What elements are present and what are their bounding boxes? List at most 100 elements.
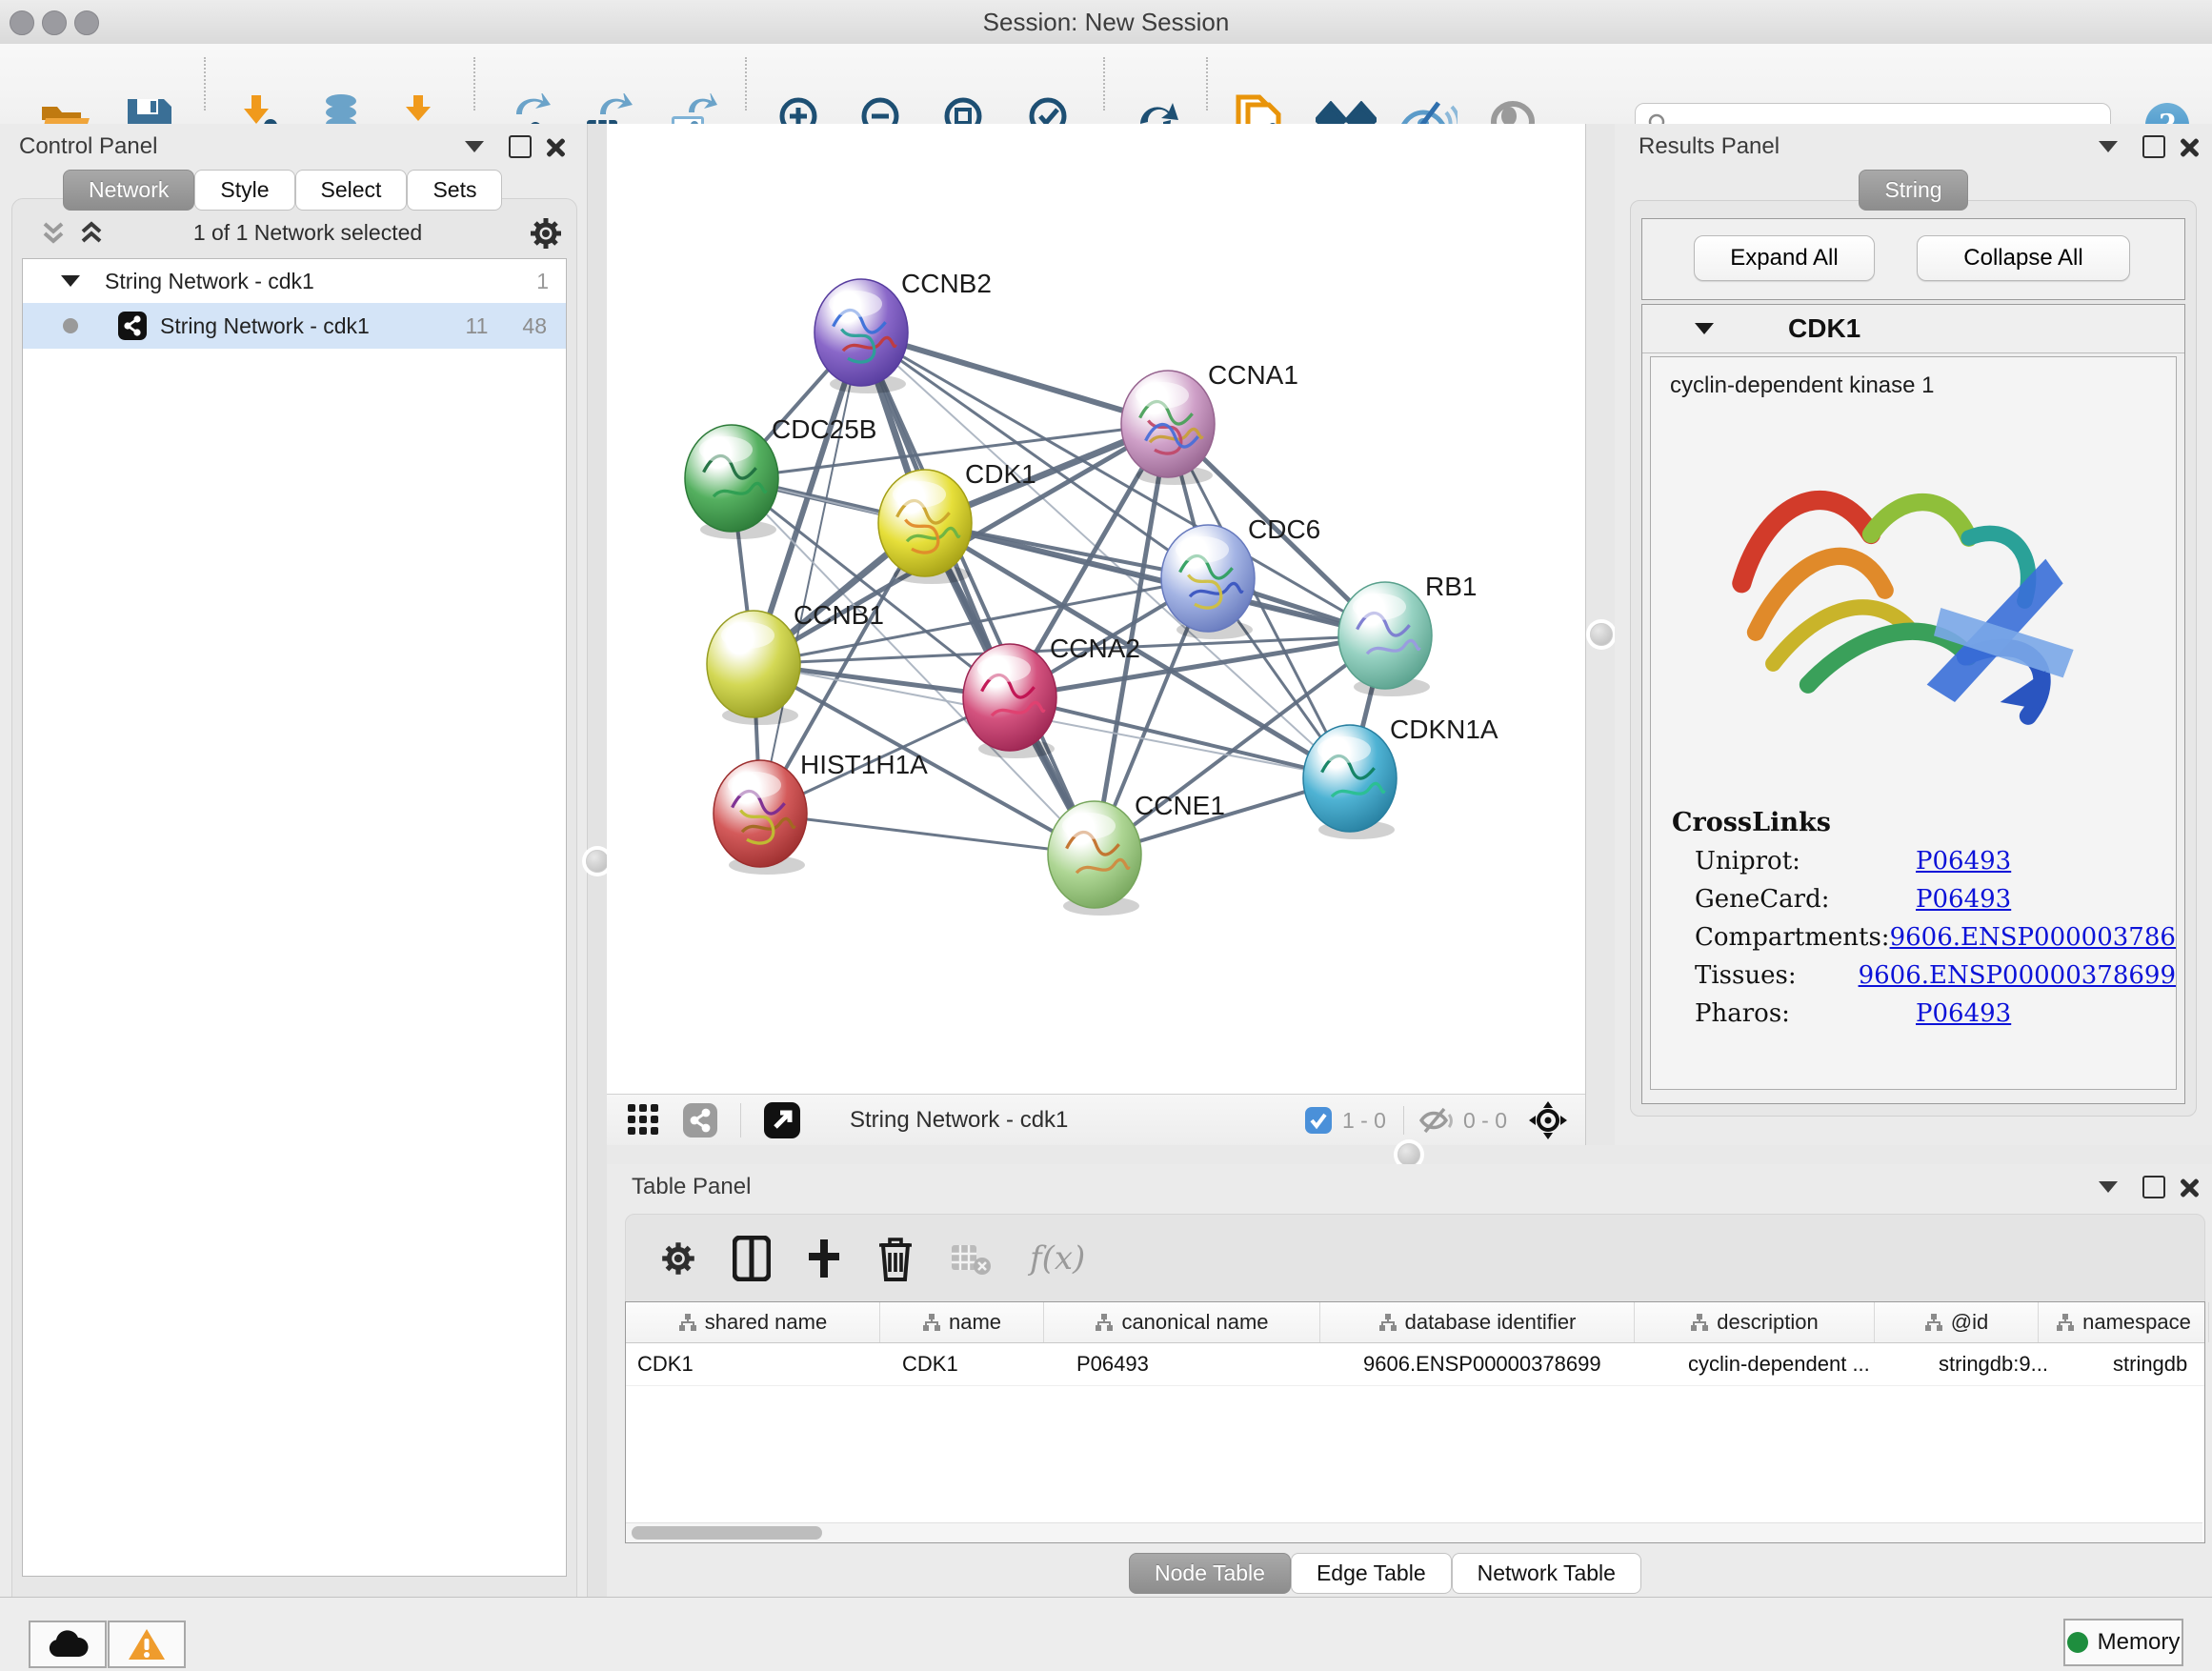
tab-node-table[interactable]: Node Table (1129, 1553, 1291, 1594)
collapse-all-networks-icon[interactable] (39, 220, 68, 247)
table-cell[interactable]: stringdb:9... (1927, 1343, 2101, 1385)
tree-expander-icon[interactable] (61, 275, 80, 287)
tab-edge-table[interactable]: Edge Table (1291, 1553, 1452, 1594)
column-header[interactable]: description (1635, 1302, 1875, 1342)
network-node[interactable]: CDKN1A (1303, 715, 1498, 839)
crosslink-link[interactable]: 9606.ENSP00000378699 (1890, 923, 2177, 952)
network-edge[interactable] (861, 332, 1168, 424)
network-node[interactable]: RB1 (1338, 572, 1477, 696)
horizontal-splitter[interactable] (607, 1145, 2212, 1164)
table-panel-menu-button[interactable] (2099, 1181, 2118, 1193)
table-panel: Table Panel f(x) shared namenamecanonica… (607, 1164, 2212, 1597)
right-splitter-handle[interactable] (1590, 623, 1613, 646)
open-in-window-button[interactable] (764, 1102, 800, 1138)
cloud-status-button[interactable] (29, 1621, 107, 1668)
tab-network[interactable]: Network (63, 170, 194, 211)
network-graph[interactable]: CCNB2CCNA1CDC25BCDK1CDC6RB1CCNB1CCNA2CDK… (607, 124, 1585, 1094)
toolbar-separator (745, 57, 747, 111)
network-options-gear-icon[interactable] (527, 214, 565, 252)
control-panel-close-button[interactable] (545, 137, 564, 156)
table-hscrollbar-thumb[interactable] (632, 1526, 822, 1540)
column-type-icon (1924, 1313, 1943, 1332)
column-header[interactable]: canonical name (1044, 1302, 1320, 1342)
network-collection-count: 1 (536, 269, 549, 294)
table-panel-float-button[interactable] (2142, 1176, 2165, 1198)
collapse-all-button[interactable]: Collapse All (1917, 235, 2130, 281)
network-node[interactable]: CCNB1 (707, 600, 884, 725)
crosslink-link[interactable]: P06493 (1916, 999, 2011, 1028)
crosslink-link[interactable]: 9606.ENSP00000378699 (1859, 961, 2176, 990)
network-node[interactable]: HIST1H1A (714, 750, 928, 875)
column-header[interactable]: namespace (2039, 1302, 2209, 1342)
gene-card-expander-icon[interactable] (1695, 323, 1714, 334)
delete-column-button[interactable] (877, 1236, 914, 1281)
right-splitter[interactable] (1585, 124, 1616, 1145)
table-row[interactable]: CDK1CDK1P064939606.ENSP00000378699cyclin… (626, 1343, 2204, 1386)
tab-network-table[interactable]: Network Table (1452, 1553, 1641, 1594)
tab-sets[interactable]: Sets (407, 170, 502, 211)
network-edge[interactable] (1010, 697, 1350, 778)
network-node-label: CDC25B (772, 414, 876, 444)
column-type-icon (1378, 1313, 1398, 1332)
control-panel-menu-button[interactable] (465, 141, 484, 152)
network-node-label: HIST1H1A (800, 750, 928, 779)
table-cell[interactable]: P06493 (1065, 1343, 1352, 1385)
horizontal-splitter-handle[interactable] (1398, 1143, 1420, 1166)
results-panel-menu-button[interactable] (2099, 141, 2118, 152)
table-panel-close-button[interactable] (2179, 1178, 2198, 1197)
crosslink-link[interactable]: P06493 (1916, 847, 2011, 876)
column-header[interactable]: shared name (626, 1302, 880, 1342)
column-type-icon (2056, 1313, 2075, 1332)
selected-checkbox-icon[interactable] (1304, 1106, 1333, 1135)
network-edge[interactable] (760, 332, 861, 814)
crosslink-row: GeneCard:P06493 (1695, 885, 2176, 914)
left-splitter-handle[interactable] (586, 850, 609, 873)
table-hscrollbar[interactable] (626, 1522, 2202, 1542)
network-node[interactable]: CDC25B (685, 414, 876, 539)
tab-style[interactable]: Style (194, 170, 294, 211)
network-node[interactable]: CCNE1 (1048, 791, 1225, 916)
table-cell[interactable]: stringdb (2101, 1343, 2212, 1385)
network-node[interactable]: CDC6 (1161, 514, 1320, 639)
network-overview-button[interactable] (683, 1103, 717, 1137)
results-panel-close-button[interactable] (2179, 137, 2198, 156)
results-panel-float-button[interactable] (2142, 135, 2165, 158)
column-header[interactable]: name (880, 1302, 1044, 1342)
warning-icon (128, 1628, 166, 1661)
crosslink-row: Uniprot:P06493 (1695, 847, 2176, 876)
expand-all-button[interactable]: Expand All (1694, 235, 1875, 281)
gene-symbol: CDK1 (1788, 313, 1860, 344)
expand-all-networks-icon[interactable] (77, 220, 106, 247)
table-cell[interactable]: CDK1 (891, 1343, 1065, 1385)
table-toolbar: f(x) (625, 1214, 2205, 1303)
network-tree-root-row[interactable]: String Network - cdk1 1 (23, 259, 566, 303)
table-options-gear-icon[interactable] (658, 1238, 698, 1278)
network-node-label: CCNE1 (1135, 791, 1225, 820)
node-table: shared namenamecanonical namedatabase id… (625, 1301, 2205, 1543)
network-edge[interactable] (760, 814, 1095, 855)
memory-status-button[interactable]: Memory (2063, 1619, 2183, 1666)
network-canvas[interactable]: CCNB2CCNA1CDC25BCDK1CDC6RB1CCNB1CCNA2CDK… (607, 124, 1585, 1094)
gene-card-header[interactable]: CDK1 (1642, 305, 2184, 353)
control-panel-float-button[interactable] (509, 135, 532, 158)
selected-node-edge-counts: 1 - 0 (1342, 1108, 1386, 1134)
show-columns-button[interactable] (733, 1236, 771, 1281)
table-cell[interactable]: CDK1 (626, 1343, 891, 1385)
create-column-button[interactable] (805, 1236, 843, 1281)
tab-string-results[interactable]: String (1859, 170, 1967, 211)
window-title: Session: New Session (0, 8, 2212, 37)
network-tree-child-row[interactable]: String Network - cdk1 11 48 (23, 303, 566, 349)
left-splitter[interactable] (587, 124, 609, 1597)
network-node[interactable]: CCNB2 (814, 269, 992, 393)
birds-eye-view-button[interactable] (628, 1104, 660, 1137)
column-header[interactable]: database identifier (1320, 1302, 1635, 1342)
table-cell[interactable]: 9606.ENSP00000378699 (1352, 1343, 1677, 1385)
crosslink-link[interactable]: P06493 (1916, 885, 2011, 914)
warning-status-button[interactable] (108, 1621, 186, 1668)
network-node-label: CDK1 (965, 459, 1036, 489)
crosslink-label: Tissues: (1695, 961, 1859, 990)
tab-select[interactable]: Select (295, 170, 408, 211)
pan-mode-button[interactable] (1528, 1100, 1568, 1140)
column-header[interactable]: @id (1875, 1302, 2039, 1342)
table-cell[interactable]: cyclin-dependent ... (1677, 1343, 1927, 1385)
